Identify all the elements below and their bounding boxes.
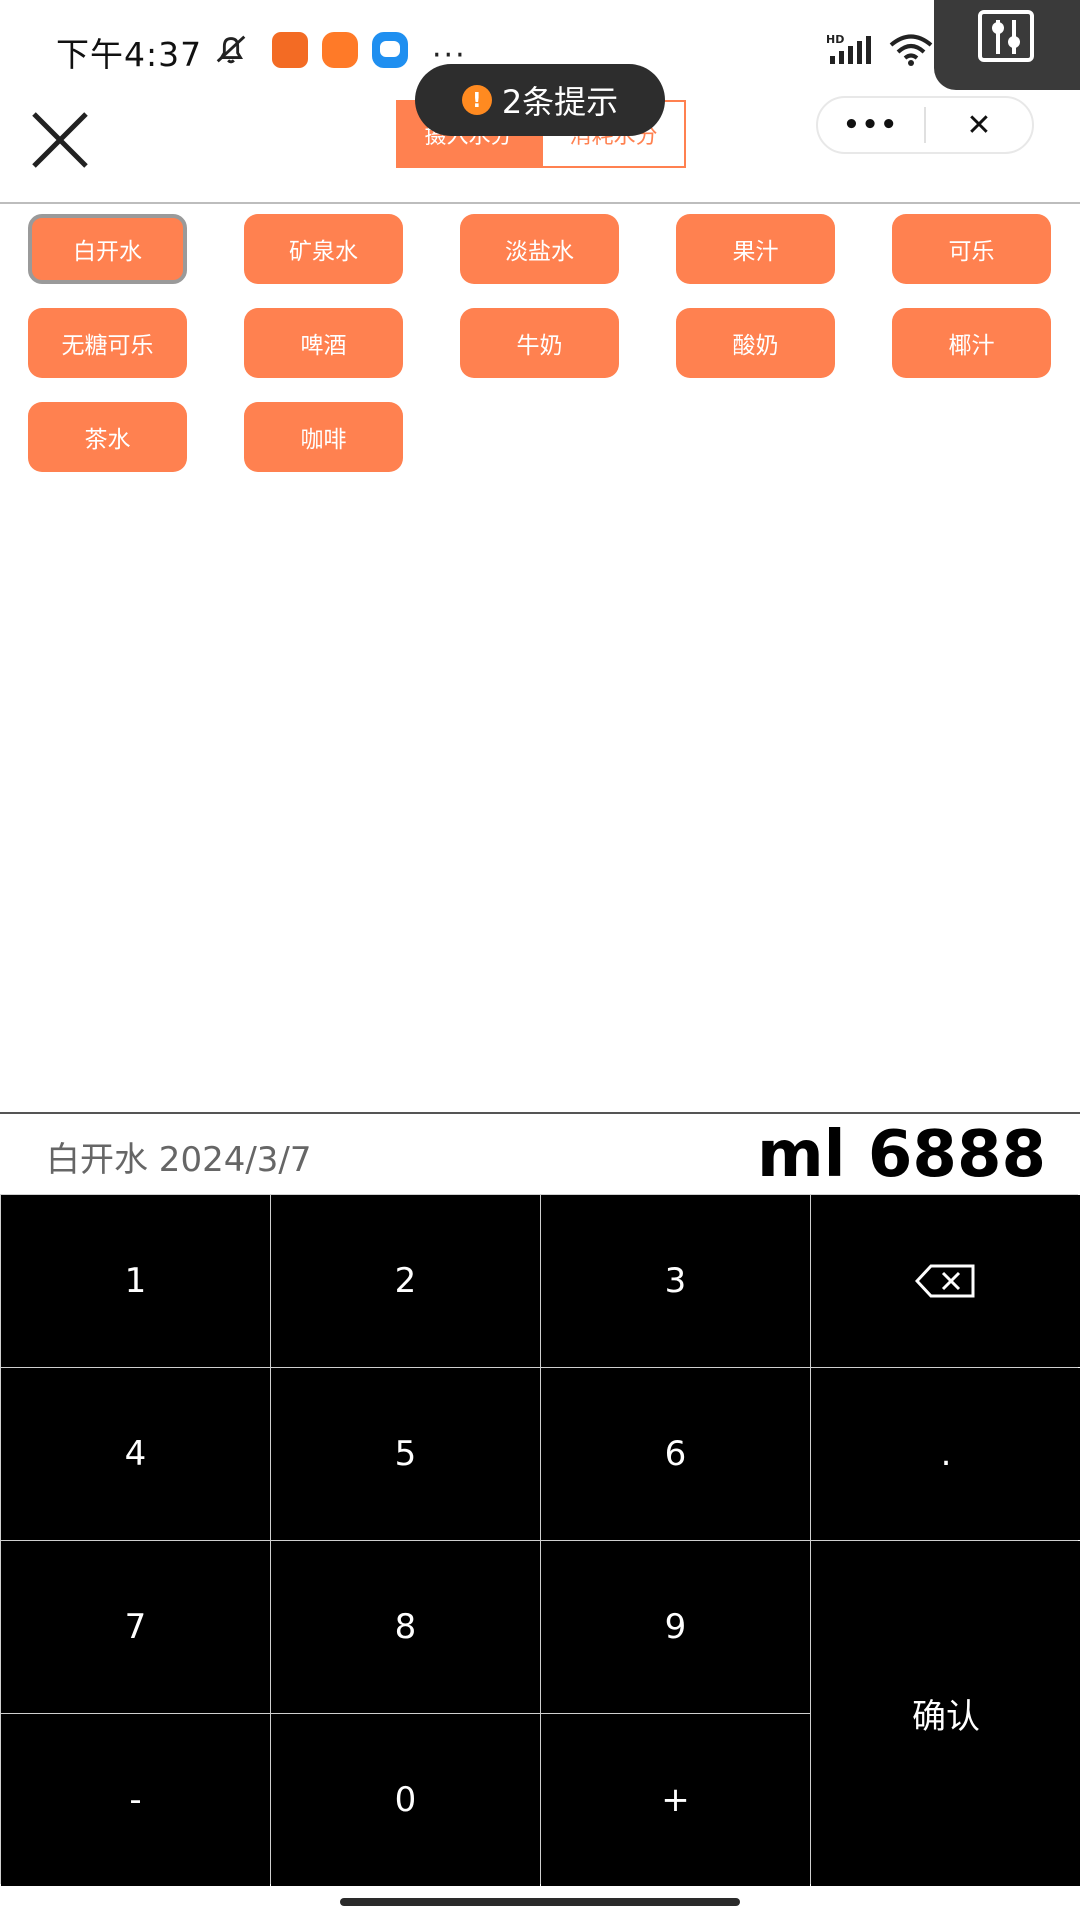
key-3[interactable]: 3 bbox=[541, 1195, 810, 1367]
drink-button-tea[interactable]: 茶水 bbox=[28, 402, 187, 472]
number-keypad: 1 2 3 4 5 6 . 7 8 9 确认 - 0 + bbox=[0, 1194, 1080, 1886]
app-notification-icon bbox=[272, 32, 308, 68]
key-4[interactable]: 4 bbox=[1, 1368, 270, 1540]
more-options-button[interactable]: ••• bbox=[818, 98, 924, 152]
drink-button-juice[interactable]: 果汁 bbox=[676, 214, 835, 284]
status-time: 下午4:37 bbox=[56, 35, 203, 74]
key-2[interactable]: 2 bbox=[271, 1195, 540, 1367]
hint-toast[interactable]: ! 2条提示 bbox=[415, 64, 665, 136]
entry-info-bar: 白开水 2024/3/7 ml 6888 bbox=[0, 1112, 1080, 1194]
key-plus[interactable]: + bbox=[541, 1714, 810, 1886]
drink-button-sugar-free-cola[interactable]: 无糖可乐 bbox=[28, 308, 187, 378]
warning-icon: ! bbox=[461, 85, 492, 115]
drink-button-yogurt[interactable]: 酸奶 bbox=[676, 308, 835, 378]
key-0[interactable]: 0 bbox=[271, 1714, 540, 1886]
key-7[interactable]: 7 bbox=[1, 1541, 270, 1713]
amount-display: ml 6888 bbox=[756, 1118, 1046, 1192]
drink-button-light-salt-water[interactable]: 淡盐水 bbox=[460, 214, 619, 284]
key-minus[interactable]: - bbox=[1, 1714, 270, 1886]
drink-grid: 白开水 矿泉水 淡盐水 果汁 可乐 无糖可乐 啤酒 牛奶 酸奶 椰汁 茶水 咖啡 bbox=[28, 214, 1052, 472]
home-indicator[interactable] bbox=[340, 1898, 740, 1906]
app-notification-icon bbox=[322, 32, 358, 68]
floating-settings-button[interactable] bbox=[934, 0, 1080, 90]
svg-text:HD: HD bbox=[826, 33, 844, 46]
key-5[interactable]: 5 bbox=[271, 1368, 540, 1540]
key-dot[interactable]: . bbox=[811, 1368, 1080, 1540]
key-9[interactable]: 9 bbox=[541, 1541, 810, 1713]
backspace-icon bbox=[915, 1264, 975, 1298]
backspace-key[interactable] bbox=[811, 1195, 1080, 1367]
wifi-icon bbox=[888, 34, 934, 70]
selected-drink-date: 白开水 2024/3/7 bbox=[46, 1140, 312, 1180]
signal-icon: HD bbox=[826, 32, 880, 70]
drink-button-cola[interactable]: 可乐 bbox=[892, 214, 1051, 284]
drink-button-boiled-water[interactable]: 白开水 bbox=[28, 214, 187, 284]
toast-text: 2条提示 bbox=[501, 83, 619, 121]
drink-button-beer[interactable]: 啤酒 bbox=[244, 308, 403, 378]
drink-button-coffee[interactable]: 咖啡 bbox=[244, 402, 403, 472]
message-app-icon bbox=[372, 32, 408, 68]
close-icon[interactable] bbox=[30, 110, 90, 170]
miniprogram-capsule: ••• ✕ bbox=[816, 96, 1034, 154]
drink-button-mineral-water[interactable]: 矿泉水 bbox=[244, 214, 403, 284]
drink-button-milk[interactable]: 牛奶 bbox=[460, 308, 619, 378]
key-1[interactable]: 1 bbox=[1, 1195, 270, 1367]
capsule-close-button[interactable]: ✕ bbox=[926, 98, 1032, 152]
key-8[interactable]: 8 bbox=[271, 1541, 540, 1713]
sliders-icon bbox=[978, 10, 1034, 62]
confirm-button[interactable]: 确认 bbox=[811, 1541, 1080, 1886]
drink-button-coconut-milk[interactable]: 椰汁 bbox=[892, 308, 1051, 378]
key-6[interactable]: 6 bbox=[541, 1368, 810, 1540]
mute-bell-icon bbox=[212, 32, 250, 66]
